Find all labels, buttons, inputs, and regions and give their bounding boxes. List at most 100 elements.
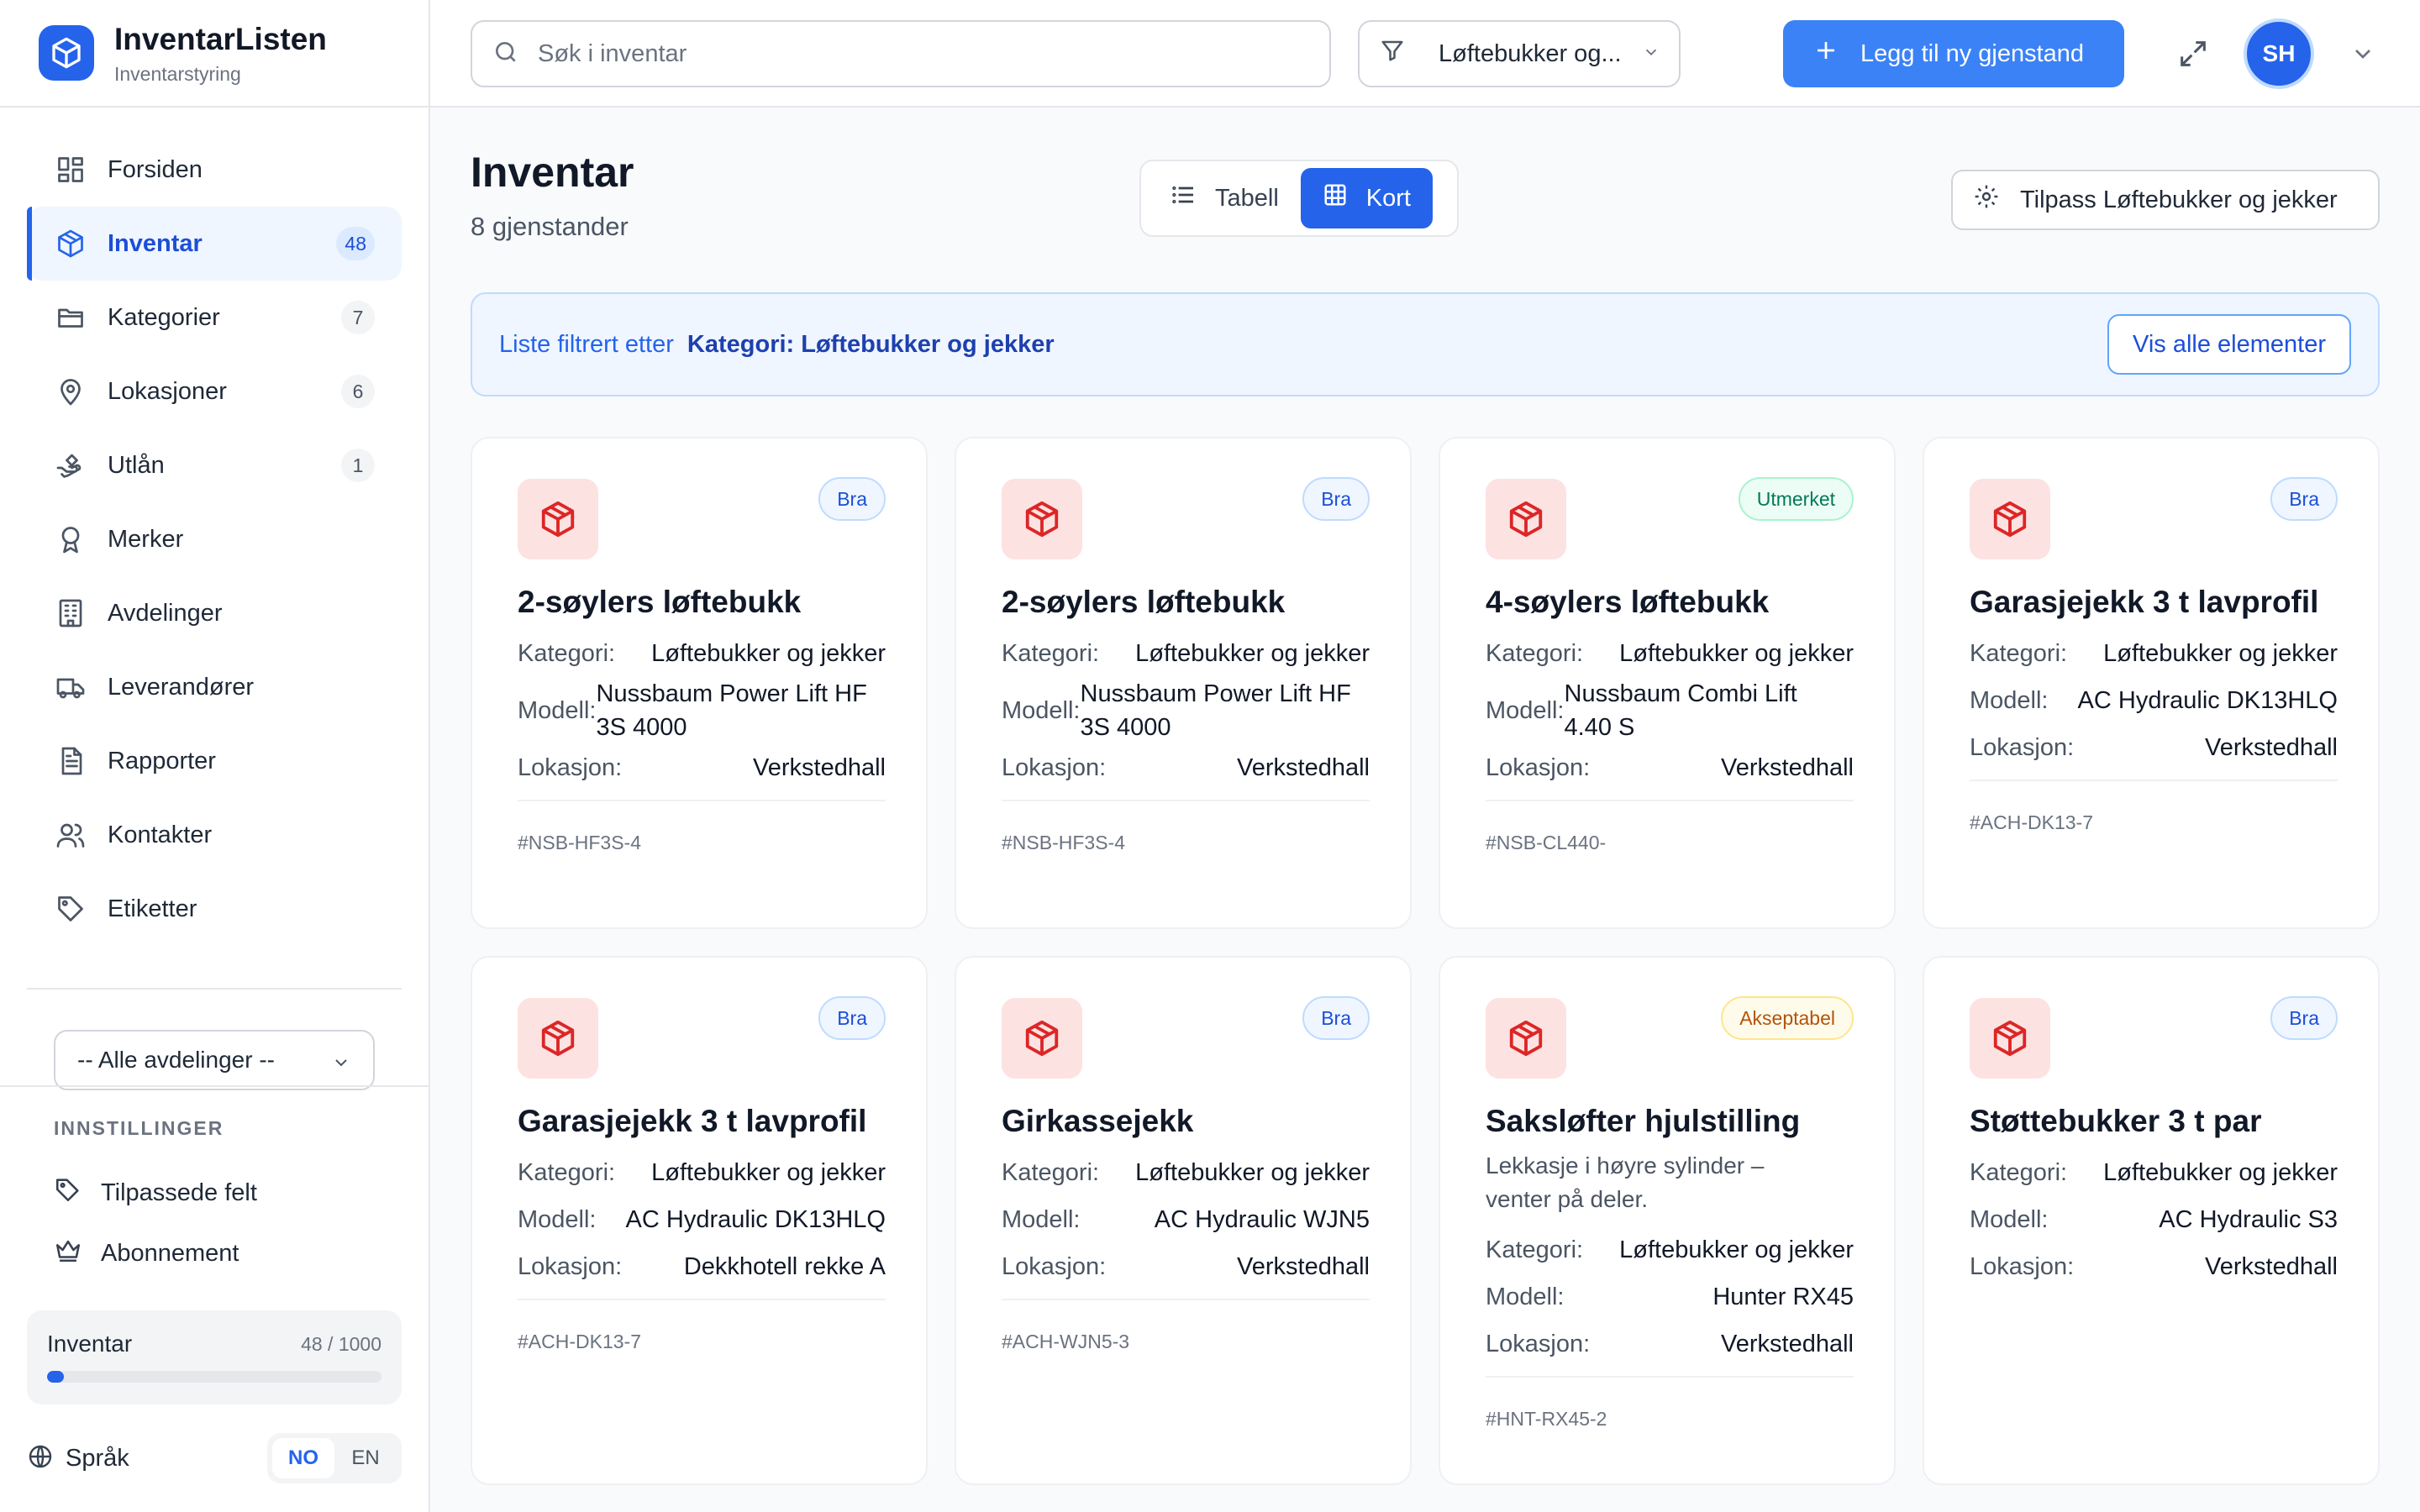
sidebar-item-lokasjoner[interactable]: Lokasjoner 6 (27, 354, 402, 428)
item-card[interactable]: Bra 2-søylers løftebukk Kategori: Løftebukk… (955, 437, 1412, 929)
sidebar-item-label: Rapporter (108, 747, 216, 774)
tag-icon (54, 892, 87, 926)
sidebar-item-label: Forsiden (108, 155, 203, 183)
add-item-button[interactable]: Legg til ny gjenstand (1783, 20, 2124, 87)
app-subtitle: Inventarstyring (114, 62, 241, 85)
award-icon (54, 522, 87, 556)
location-key: Lokasjon: (1970, 1252, 2075, 1280)
item-category-row: Kategori: Løftebukker og jekker (1486, 1226, 1854, 1273)
location-key: Lokasjon: (1002, 753, 1107, 781)
customize-category-button[interactable]: Tilpass Løftebukker og jekker (1951, 170, 2380, 230)
item-location-row: Lokasjon: Verkstedhall (1002, 744, 1370, 791)
location-key: Lokasjon: (1002, 1252, 1107, 1280)
sidebar-item-merker[interactable]: Merker (27, 502, 402, 576)
category-key: Kategori: (1486, 1236, 1584, 1263)
department-select[interactable]: -- Alle avdelinger -- (54, 1030, 375, 1090)
status-badge: Utmerket (1738, 477, 1854, 521)
location-key: Lokasjon: (1486, 1330, 1591, 1357)
chevron-down-icon[interactable] (2349, 40, 2376, 71)
item-category-row: Kategori: Løftebukker og jekker (518, 1149, 886, 1196)
item-id: #ACH-DK13-7 (518, 1331, 641, 1352)
item-model: AC Hydraulic DK13HLQ (625, 1205, 886, 1233)
item-category: Løftebukker og jekker (651, 639, 886, 667)
sidebar-item-label: Utlån (108, 451, 165, 479)
item-model: Nussbaum Power Lift HF 3S 4000 (1080, 680, 1351, 741)
item-location-row: Lokasjon: Verkstedhall (1486, 1320, 1854, 1368)
view-table-button[interactable]: Tabell (1148, 168, 1301, 228)
item-id: #HNT-RX45-2 (1486, 1408, 1607, 1430)
item-card[interactable]: Bra Girkassejekk Kategori: Løftebukker og j… (955, 956, 1412, 1485)
item-card[interactable]: Bra 2-søylers løftebukk Kategori: Løftebukk… (471, 437, 928, 929)
item-model-row: Modell: Hunter RX45 (1486, 1273, 1854, 1320)
item-card[interactable]: Bra Garasjejekk 3 t lavprofil Kategori: Løf… (1923, 437, 2380, 929)
sidebar-item-etiketter[interactable]: Etiketter (27, 872, 402, 946)
item-category-row: Kategori: Løftebukker og jekker (1970, 630, 2338, 677)
item-card[interactable]: Bra Garasjejekk 3 t lavprofil Kategori: Løf… (471, 956, 928, 1485)
sidebar-item-label: Etiketter (108, 895, 197, 922)
item-model: Hunter RX45 (1712, 1283, 1854, 1310)
item-location-row: Lokasjon: Verkstedhall (518, 744, 886, 791)
item-location: Verkstedhall (1721, 753, 1854, 781)
status-badge: Bra (2270, 996, 2338, 1040)
user-avatar[interactable]: SH (2244, 18, 2314, 89)
box-icon (1970, 479, 2050, 559)
customize-category-label: Tilpass Løftebukker og jekker (2020, 186, 2338, 213)
usage-label: Inventar (47, 1331, 133, 1357)
settings-heading: INNSTILLINGER (54, 1117, 224, 1139)
sidebar-item-kategorier[interactable]: Kategorier 7 (27, 281, 402, 354)
usage-progress-fill (47, 1371, 64, 1383)
language-option-en[interactable]: EN (334, 1438, 397, 1478)
chevron-down-icon (1642, 40, 1660, 68)
category-key: Kategori: (1486, 639, 1584, 667)
topbar: Løftebukker og... Legg til ny gjenstand … (430, 0, 2420, 108)
language-toggle: NO EN (267, 1433, 402, 1483)
box-icon (1970, 998, 2050, 1079)
brand[interactable]: InventarListen Inventarstyring (0, 0, 429, 108)
item-location-row: Lokasjon: Verkstedhall (1970, 1243, 2338, 1290)
language-option-no[interactable]: NO (272, 1438, 334, 1478)
search-icon (492, 39, 519, 70)
item-id: #ACH-DK13-7 (1970, 811, 2093, 833)
divider (518, 1299, 886, 1300)
status-badge: Bra (818, 477, 886, 521)
sidebar-item-count: 1 (341, 449, 375, 482)
location-key: Lokasjon: (1486, 753, 1591, 781)
sidebar-item-forsiden[interactable]: Forsiden (27, 133, 402, 207)
item-location: Verkstedhall (753, 753, 886, 781)
globe-icon (27, 1443, 54, 1474)
usage-card: Inventar 48 / 1000 (27, 1310, 402, 1404)
custom-fields-link[interactable]: Tilpassede felt (54, 1169, 257, 1216)
sidebar-item-inventar[interactable]: Inventar 48 (27, 207, 402, 281)
view-table-label: Tabell (1215, 184, 1279, 212)
model-key: Modell: (518, 1205, 597, 1233)
item-card[interactable]: Akseptabel Saksløfter hjulstilling Lekkasj… (1439, 956, 1896, 1485)
subscription-link[interactable]: Abonnement (54, 1230, 239, 1277)
category-filter-dropdown[interactable]: Løftebukker og... (1358, 20, 1681, 87)
view-cards-button[interactable]: Kort (1300, 168, 1433, 228)
sidebar-item-utlån[interactable]: Utlån 1 (27, 428, 402, 502)
map-pin-icon (54, 375, 87, 408)
department-select-value: -- Alle avdelinger -- (77, 1047, 275, 1073)
item-model: Nussbaum Combi Lift 4.40 S (1564, 680, 1797, 741)
building-icon (54, 596, 87, 630)
item-model-row: Modell: Nussbaum Combi Lift 4.40 S (1486, 677, 1854, 744)
search-input[interactable] (538, 39, 1294, 68)
item-card[interactable]: Utmerket 4-søylers løftebukk Kategori: Løft… (1439, 437, 1896, 929)
item-location-row: Lokasjon: Verkstedhall (1002, 1243, 1370, 1290)
sidebar-item-leverandører[interactable]: Leverandører (27, 650, 402, 724)
sidebar-item-avdelinger[interactable]: Avdelinger (27, 576, 402, 650)
item-category: Løftebukker og jekker (1135, 639, 1370, 667)
show-all-button[interactable]: Vis alle elementer (2107, 314, 2351, 375)
sidebar-item-label: Avdelinger (108, 599, 223, 627)
sidebar-item-kontakter[interactable]: Kontakter (27, 798, 402, 872)
search-box[interactable] (471, 20, 1331, 87)
expand-icon[interactable] (2176, 37, 2210, 71)
item-category: Løftebukker og jekker (651, 1158, 886, 1186)
item-location: Verkstedhall (1721, 1330, 1854, 1357)
sidebar-item-rapporter[interactable]: Rapporter (27, 724, 402, 798)
category-key: Kategori: (518, 1158, 616, 1186)
item-category-row: Kategori: Løftebukker og jekker (1002, 1149, 1370, 1196)
filter-banner-text: Liste filtrert etter (499, 330, 674, 358)
item-card[interactable]: Bra Støttebukker 3 t par Kategori: Løftebuk… (1923, 956, 2380, 1485)
view-cards-label: Kort (1365, 184, 1411, 212)
